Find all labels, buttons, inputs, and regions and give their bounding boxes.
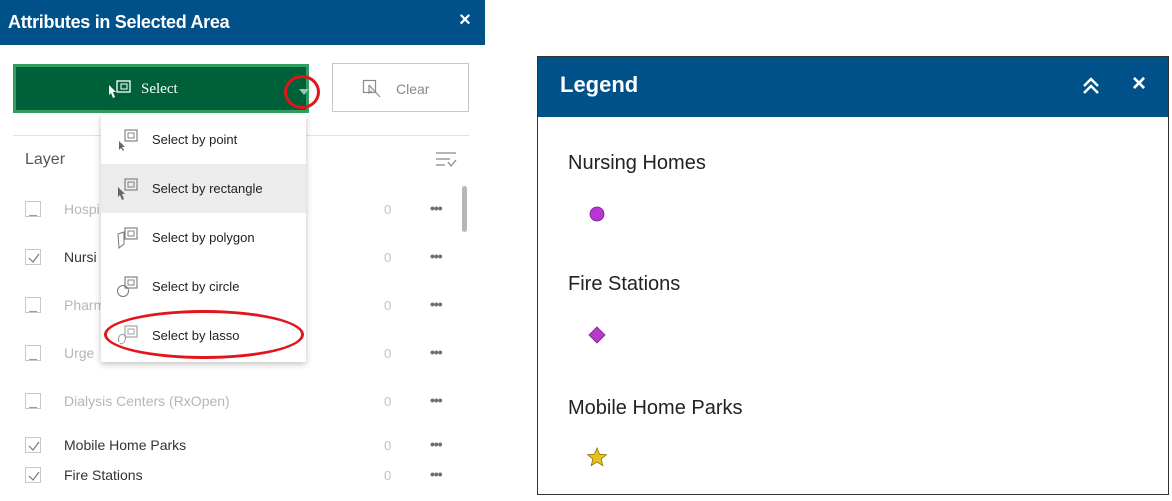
more-options-icon[interactable]: ••• [430, 248, 443, 264]
layer-count: 0 [384, 468, 392, 483]
select-rectangle-icon [118, 178, 138, 200]
layer-count: 0 [384, 346, 392, 361]
layer-checkbox[interactable] [25, 437, 41, 453]
menu-item-select-by-lasso[interactable]: Select by lasso [101, 311, 306, 360]
select-polygon-icon [117, 227, 138, 249]
purple-diamond-symbol-icon [588, 326, 606, 344]
select-circle-icon [117, 276, 138, 297]
layer-count: 0 [384, 438, 392, 453]
layer-checkbox[interactable] [25, 393, 41, 409]
purple-circle-symbol-icon [589, 206, 605, 222]
menu-item-select-by-circle[interactable]: Select by circle [101, 262, 306, 311]
layer-checkbox[interactable] [25, 467, 41, 483]
select-lasso-icon [118, 325, 138, 345]
more-options-icon[interactable]: ••• [430, 344, 443, 360]
close-icon[interactable]: × [454, 9, 476, 33]
more-options-icon[interactable]: ••• [430, 392, 443, 408]
legend-layer-title: Mobile Home Parks [568, 397, 743, 419]
more-options-icon[interactable]: ••• [430, 296, 443, 312]
menu-item-label: Select by rectangle [152, 181, 263, 196]
chevron-down-icon [299, 89, 309, 95]
layer-count: 0 [384, 394, 392, 409]
attributes-panel: Attributes in Selected Area × Select Cle… [0, 0, 485, 495]
select-rectangle-icon [109, 80, 131, 98]
menu-item-select-by-point[interactable]: Select by point [101, 115, 306, 164]
menu-item-label: Select by circle [152, 279, 240, 294]
check-icon [28, 471, 40, 481]
layer-name: Hospi [64, 201, 100, 217]
scrollbar[interactable] [459, 183, 469, 495]
panel-title: Attributes in Selected Area [8, 12, 230, 32]
layer-row: Dialysis Centers (RxOpen) 0 ••• [0, 379, 458, 427]
layer-heading: Layer [25, 151, 66, 168]
more-options-icon[interactable]: ••• [430, 466, 443, 482]
clear-button[interactable]: Clear [332, 63, 469, 112]
legend-title: Legend [560, 72, 639, 97]
menu-item-label: Select by polygon [152, 230, 255, 245]
select-mode-menu: Select by point Select by rectangle Sele… [101, 115, 306, 362]
collapse-icon[interactable] [1080, 74, 1102, 98]
menu-item-label: Select by point [152, 132, 238, 147]
filter-list-icon[interactable] [435, 150, 457, 170]
legend-header: Legend × [538, 57, 1168, 117]
clear-button-label: Clear [396, 81, 430, 97]
select-dropdown-toggle[interactable] [284, 75, 320, 109]
select-button[interactable]: Select [13, 64, 320, 113]
menu-item-select-by-polygon[interactable]: Select by polygon [101, 213, 306, 262]
layer-row: Fire Stations 0 ••• [0, 453, 458, 501]
layer-count: 0 [384, 298, 392, 313]
layer-checkbox[interactable] [25, 297, 41, 313]
more-options-icon[interactable]: ••• [430, 200, 443, 216]
layer-name: Urge [64, 345, 95, 361]
clear-selection-icon [362, 79, 381, 98]
select-button-label: Select [141, 81, 178, 97]
layer-name: Fire Stations [64, 467, 143, 483]
check-icon [28, 441, 40, 451]
legend-panel: Legend × Nursing Homes Fire Stations Mob… [537, 56, 1169, 495]
menu-item-select-by-rectangle[interactable]: Select by rectangle [101, 164, 306, 213]
layer-checkbox[interactable] [25, 249, 41, 265]
legend-layer-title: Fire Stations [568, 273, 681, 295]
layer-count: 0 [384, 202, 392, 217]
layer-name: Pharm [64, 297, 106, 313]
layer-name: Dialysis Centers (RxOpen) [64, 393, 230, 409]
select-point-icon [119, 129, 138, 151]
more-options-icon[interactable]: ••• [430, 436, 443, 452]
layer-checkbox[interactable] [25, 201, 41, 217]
menu-item-label: Select by lasso [152, 328, 240, 343]
layer-checkbox[interactable] [25, 345, 41, 361]
layer-count: 0 [384, 250, 392, 265]
check-icon [28, 253, 40, 263]
panel-header: Attributes in Selected Area × [0, 0, 485, 45]
yellow-star-symbol-icon [586, 446, 608, 467]
layer-name: Mobile Home Parks [64, 437, 187, 453]
layer-name: Nursi [64, 249, 97, 265]
scrollbar-thumb[interactable] [462, 186, 467, 232]
legend-layer-title: Nursing Homes [568, 152, 706, 174]
close-icon[interactable]: × [1128, 70, 1150, 98]
